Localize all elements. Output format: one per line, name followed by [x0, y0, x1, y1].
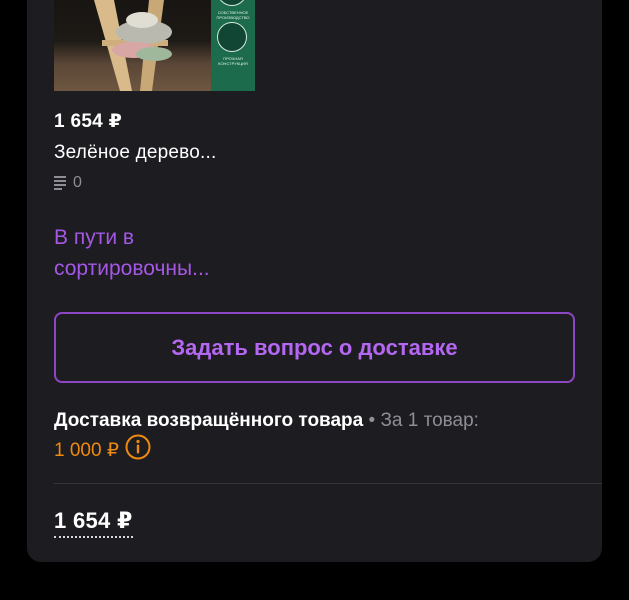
product-title[interactable]: Зелёное дерево...	[54, 142, 216, 164]
separator-dot: •	[368, 410, 376, 431]
product-price: 1 654 ₽	[54, 111, 123, 132]
review-count[interactable]: 0	[54, 173, 82, 193]
order-card: СОБСТВЕННОЕ ПРОИЗВОДСТВО ПРОЧНАЯ КОНСТРУ…	[27, 0, 602, 562]
order-total[interactable]: 1 654 ₽	[54, 508, 133, 538]
shelf-illustration	[94, 0, 172, 91]
review-count-value: 0	[73, 174, 82, 191]
feature-badges: СОБСТВЕННОЕ ПРОИЗВОДСТВО ПРОЧНАЯ КОНСТРУ…	[211, 0, 255, 91]
return-delivery-label: Доставка возвращённого товара	[54, 410, 364, 431]
info-icon[interactable]	[125, 434, 151, 468]
delivery-status: В пути в сортировочны...	[54, 226, 210, 280]
ask-delivery-question-button[interactable]: Задать вопрос о доставке	[54, 312, 575, 383]
per-item-label: За 1 товар:	[380, 410, 479, 431]
product-image[interactable]: СОБСТВЕННОЕ ПРОИЗВОДСТВО ПРОЧНАЯ КОНСТРУ…	[54, 0, 255, 91]
product-photo	[54, 0, 211, 91]
divider	[54, 483, 602, 484]
handshake-icon	[217, 0, 247, 6]
list-icon	[54, 176, 66, 190]
badge-text-durable: ПРОЧНАЯ КОНСТРУКЦИЯ	[218, 56, 248, 66]
badge-text-production: СОБСТВЕННОЕ ПРОИЗВОДСТВО	[216, 10, 250, 20]
strong-arm-icon	[217, 22, 247, 52]
return-delivery-cost: 1 000 ₽	[54, 440, 119, 461]
return-delivery-info: Доставка возвращённого товара • За 1 тов…	[54, 407, 575, 468]
